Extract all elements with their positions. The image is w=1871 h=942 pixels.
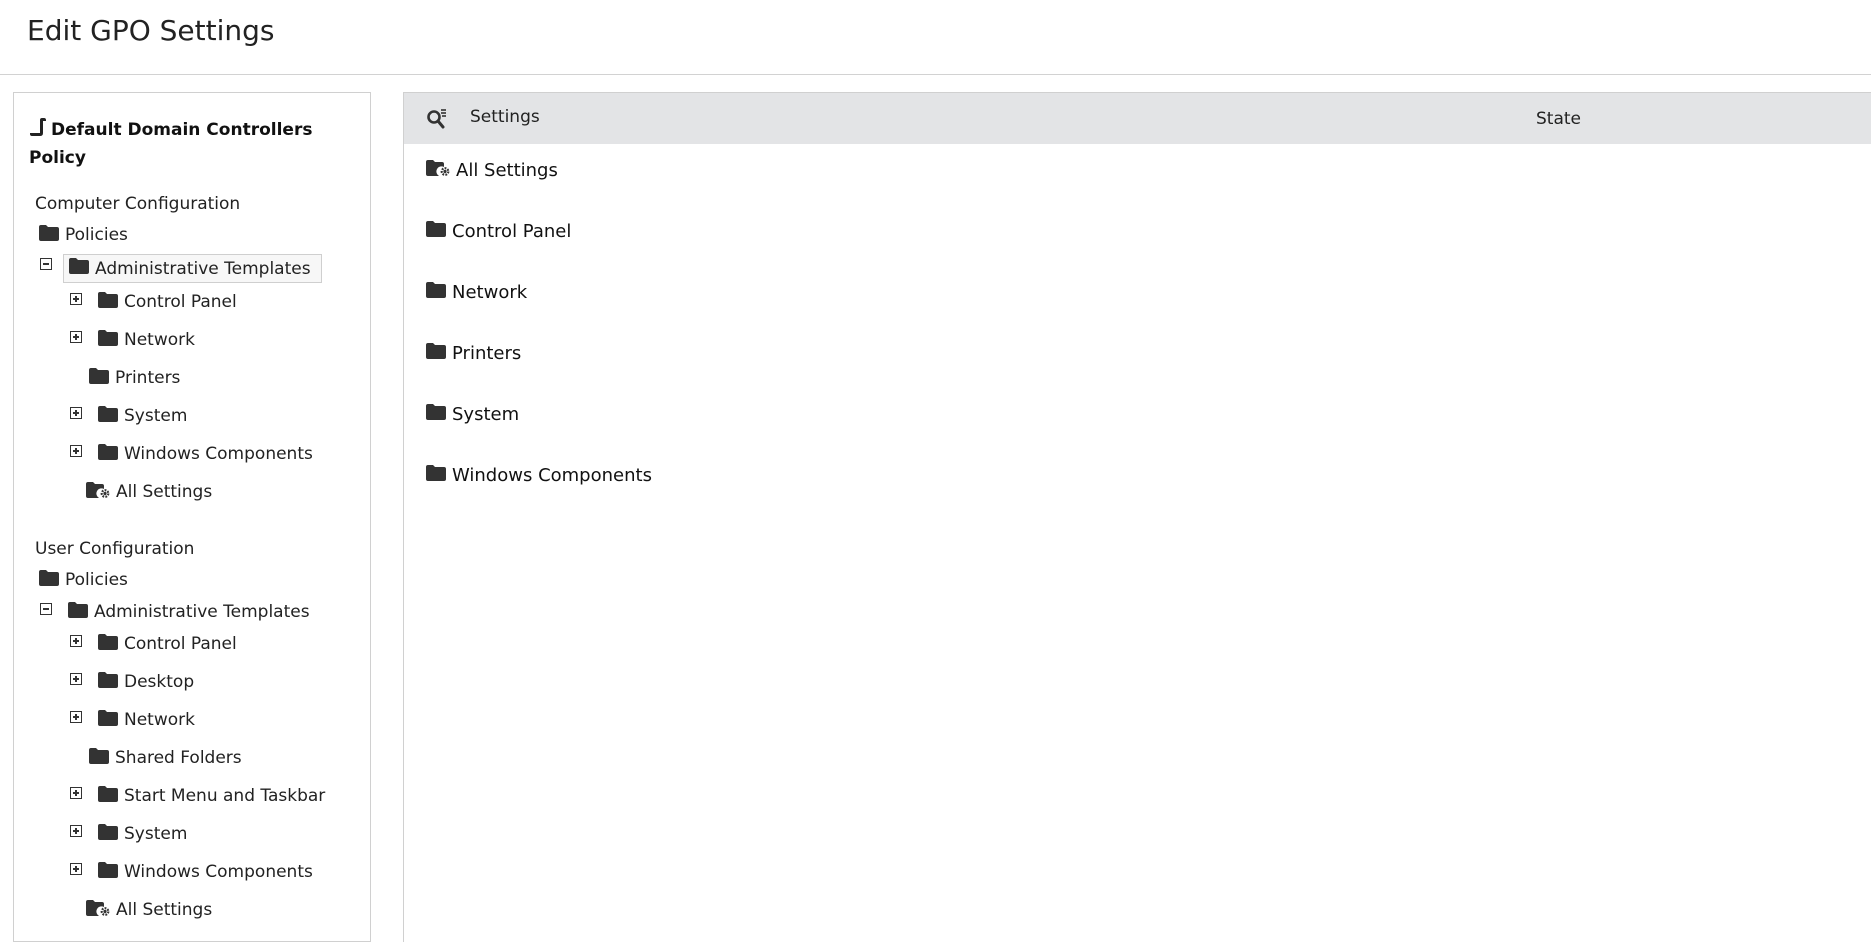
expand-toggle[interactable]	[70, 445, 82, 457]
folder-icon	[39, 569, 59, 591]
folder-gear-icon	[86, 899, 110, 921]
column-header-settings[interactable]: Settings	[470, 107, 540, 127]
folder-icon	[98, 291, 118, 313]
tree-item-label: All Settings	[116, 900, 213, 920]
expand-toggle[interactable]	[70, 863, 82, 875]
tree-item-user-start-menu[interactable]: Start Menu and Taskbar	[98, 783, 325, 809]
policy-title[interactable]: Default Domain Controllers Policy	[29, 117, 349, 171]
grid-item-label: System	[452, 403, 520, 425]
tree-item-label: System	[124, 406, 188, 426]
folder-icon	[426, 281, 446, 303]
page-title: Edit GPO Settings	[27, 14, 275, 47]
page-header: Edit GPO Settings	[0, 0, 1871, 75]
folder-icon	[98, 671, 118, 693]
folder-icon	[426, 464, 446, 486]
expand-toggle[interactable]	[70, 407, 82, 419]
grid-item-label: All Settings	[456, 159, 558, 181]
grid-item-label: Network	[452, 281, 528, 303]
folder-icon	[68, 601, 88, 623]
folder-icon	[426, 220, 446, 242]
expand-toggle[interactable]	[70, 635, 82, 647]
folder-icon	[98, 823, 118, 845]
tree-item-user-control-panel[interactable]: Control Panel	[98, 631, 237, 657]
grid-item-printers[interactable]: Printers	[426, 340, 521, 366]
tree-item-label: Printers	[115, 368, 181, 388]
grid-header: Settings State	[404, 93, 1871, 144]
grid-item-all-settings[interactable]: All Settings	[426, 157, 558, 183]
tree-item-computer-control-panel[interactable]: Control Panel	[98, 289, 237, 315]
folder-gear-icon	[426, 159, 450, 181]
search-filter-icon[interactable]	[426, 108, 448, 134]
tree-item-label: Network	[124, 710, 195, 730]
gpo-tree-panel: Default Domain Controllers Policy Comput…	[13, 92, 371, 942]
tree-item-label: Windows Components	[124, 444, 313, 464]
folder-icon	[98, 709, 118, 731]
grid-item-label: Control Panel	[452, 220, 572, 242]
tree-item-label: Control Panel	[124, 292, 237, 312]
folder-icon	[98, 785, 118, 807]
folder-icon	[89, 747, 109, 769]
grid-item-network[interactable]: Network	[426, 279, 527, 305]
grid-item-system[interactable]: System	[426, 401, 519, 427]
tree-item-computer-all-settings[interactable]: All Settings	[86, 479, 212, 505]
tree-item-user-desktop[interactable]: Desktop	[98, 669, 194, 695]
tree-item-computer-policies[interactable]: Policies	[39, 222, 128, 248]
folder-icon	[89, 367, 109, 389]
tree-item-label: Administrative Templates	[95, 258, 311, 279]
collapse-toggle[interactable]	[40, 258, 52, 270]
tree-item-label: Policies	[65, 225, 128, 245]
tree-item-computer-printers[interactable]: Printers	[89, 365, 180, 391]
tree-item-label: All Settings	[116, 482, 213, 502]
tree-item-label: Policies	[65, 570, 128, 590]
folder-gear-icon	[86, 481, 110, 503]
folder-icon	[98, 861, 118, 883]
folder-icon	[426, 403, 446, 425]
grid-item-label: Printers	[452, 342, 522, 364]
user-configuration-label: User Configuration	[35, 539, 195, 559]
collapse-toggle[interactable]	[40, 603, 52, 615]
tree-item-user-admin-templates[interactable]: Administrative Templates	[68, 599, 310, 625]
computer-configuration-label: Computer Configuration	[35, 194, 241, 214]
scroll-icon	[29, 117, 47, 145]
policy-name: Default Domain Controllers Policy	[29, 120, 313, 168]
expand-toggle[interactable]	[70, 825, 82, 837]
tree-item-label: Desktop	[124, 672, 195, 692]
folder-icon	[39, 224, 59, 246]
tree-item-user-policies[interactable]: Policies	[39, 567, 128, 593]
expand-toggle[interactable]	[70, 293, 82, 305]
tree-item-label: Shared Folders	[115, 748, 242, 768]
tree-item-computer-admin-templates[interactable]: Administrative Templates	[63, 254, 322, 283]
tree-item-user-windows-components[interactable]: Windows Components	[98, 859, 313, 885]
tree-item-label: Start Menu and Taskbar	[124, 786, 326, 806]
tree-item-user-all-settings[interactable]: All Settings	[86, 897, 212, 923]
expand-toggle[interactable]	[70, 673, 82, 685]
folder-icon	[98, 633, 118, 655]
column-header-state[interactable]: State	[1536, 109, 1581, 129]
folder-icon	[69, 258, 89, 279]
folder-icon	[98, 329, 118, 351]
folder-icon	[426, 342, 446, 364]
tree-item-label: Administrative Templates	[94, 602, 310, 622]
grid-item-control-panel[interactable]: Control Panel	[426, 218, 571, 244]
tree-item-label: Control Panel	[124, 634, 237, 654]
tree-item-label: Windows Components	[124, 862, 313, 882]
expand-toggle[interactable]	[70, 331, 82, 343]
tree-item-user-shared-folders[interactable]: Shared Folders	[89, 745, 242, 771]
expand-toggle[interactable]	[70, 711, 82, 723]
tree-item-computer-windows-components[interactable]: Windows Components	[98, 441, 313, 467]
folder-icon	[98, 405, 118, 427]
grid-item-windows-components[interactable]: Windows Components	[426, 462, 652, 488]
tree-item-label: Network	[124, 330, 195, 350]
tree-item-computer-system[interactable]: System	[98, 403, 187, 429]
tree-item-label: System	[124, 824, 188, 844]
grid-item-label: Windows Components	[452, 464, 652, 486]
expand-toggle[interactable]	[70, 787, 82, 799]
tree-item-user-network[interactable]: Network	[98, 707, 195, 733]
tree-item-computer-network[interactable]: Network	[98, 327, 195, 353]
folder-icon	[98, 443, 118, 465]
tree-item-user-system[interactable]: System	[98, 821, 187, 847]
settings-grid: Settings State All Settings Control Pane…	[403, 92, 1871, 942]
